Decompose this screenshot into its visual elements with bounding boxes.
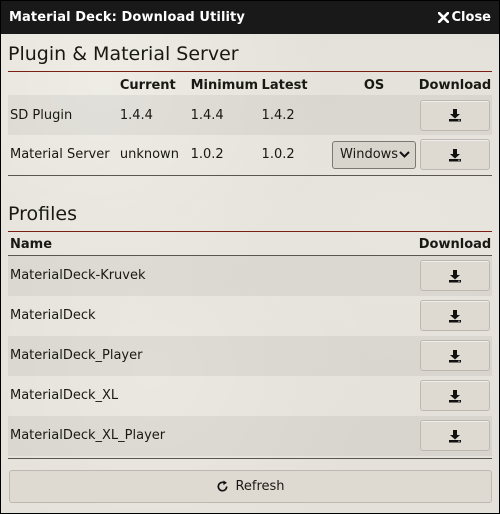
download-button-material-server[interactable] [420, 139, 490, 171]
header-latest: Latest [261, 77, 308, 93]
row-download-cell [418, 415, 492, 456]
download-icon [449, 269, 461, 283]
row-current: 1.4.4 [119, 95, 191, 135]
profile-row: MaterialDeck_Player [8, 335, 492, 376]
profile-name: MaterialDeck-Kruvek [8, 255, 418, 296]
refresh-icon [217, 480, 228, 492]
profiles-divider [8, 457, 492, 459]
close-icon [437, 12, 449, 23]
close-label: Close [451, 10, 491, 25]
window-title: Material Deck: Download Utility [9, 10, 245, 25]
row-download-cell [418, 135, 492, 175]
row-download-cell [418, 255, 492, 296]
profiles-table: Name Download MaterialDeck-Kruvek Materi… [8, 231, 492, 456]
profile-name: MaterialDeck [10, 308, 96, 323]
header-os: OS [363, 77, 385, 93]
refresh-label: Refresh [235, 479, 285, 494]
header-minimum: Minimum [190, 77, 259, 93]
row-download-cell [418, 296, 492, 336]
download-button-profile[interactable] [420, 340, 490, 371]
profile-name: MaterialDeck_XL_Player [8, 415, 418, 456]
download-icon [449, 349, 461, 362]
row-download-cell [418, 335, 492, 376]
download-icon [449, 109, 461, 122]
os-select-value: Windows [340, 147, 399, 163]
refresh-button[interactable]: Refresh [9, 470, 492, 503]
plugin-table: Current Minimum Latest OS Download SD Pl… [8, 72, 492, 176]
plugin-row-material-server: Material Server unknown 1.0.2 1.0.2 Wind… [8, 135, 492, 175]
row-latest: 1.4.2 [261, 95, 331, 135]
plugin-section-title: Plugin & Material Server [8, 34, 492, 72]
os-select[interactable]: Windows [332, 140, 417, 169]
download-utility-window: Material Deck: Download Utility Close Pl… [0, 0, 500, 514]
profile-row: MaterialDeck_XL_Player [8, 415, 492, 456]
download-icon [449, 389, 461, 402]
profile-row: MaterialDeck [8, 296, 492, 336]
download-icon [449, 429, 461, 442]
row-minimum: 1.0.2 [190, 147, 224, 163]
title-bar: Material Deck: Download Utility Close [1, 1, 499, 34]
download-button-profile[interactable] [420, 420, 490, 451]
row-latest: 1.0.2 [261, 147, 295, 163]
plugin-table-header: Current Minimum Latest OS Download [8, 72, 492, 95]
download-button-profile[interactable] [420, 300, 490, 331]
download-icon [449, 309, 461, 322]
header-current: Current [119, 77, 176, 93]
header-download: Download [418, 231, 492, 256]
header-download: Download [418, 77, 492, 93]
download-icon [449, 148, 461, 162]
profile-name: MaterialDeck_XL [10, 388, 119, 403]
row-name: SD Plugin [8, 95, 120, 135]
row-name: Material Server [10, 147, 110, 163]
download-button-profile[interactable] [420, 380, 490, 411]
header-name [8, 72, 120, 95]
chevron-down-icon [399, 151, 410, 159]
row-download-cell [418, 95, 492, 135]
close-button[interactable]: Close [437, 10, 491, 25]
download-button-profile[interactable] [420, 260, 490, 292]
row-minimum: 1.4.4 [190, 95, 262, 135]
profiles-section-title: Profiles [8, 194, 492, 232]
profile-row: MaterialDeck-Kruvek [8, 255, 492, 296]
row-os-cell: Windows [330, 135, 418, 175]
row-current: unknown [119, 147, 179, 163]
row-download-cell [418, 376, 492, 416]
download-button-sd-plugin[interactable] [420, 99, 490, 131]
profile-name: MaterialDeck_Player [8, 335, 418, 376]
window-content: Plugin & Material Server Current Minimum… [1, 34, 499, 513]
row-os [330, 95, 418, 135]
header-name: Name [8, 231, 418, 256]
profile-row: MaterialDeck_XL [8, 376, 492, 416]
profiles-table-header: Name Download [8, 231, 492, 256]
plugin-row-sd-plugin: SD Plugin 1.4.4 1.4.4 1.4.2 [8, 95, 492, 135]
